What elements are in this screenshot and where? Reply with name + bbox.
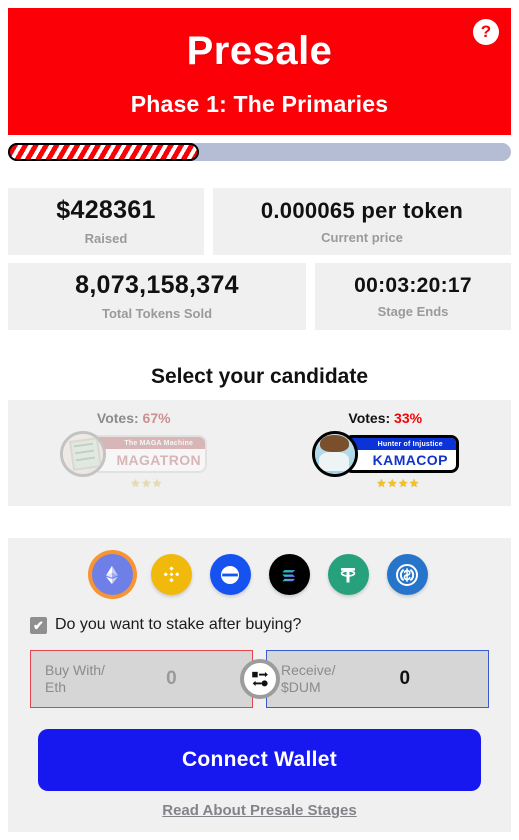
magatron-portrait-icon [63, 434, 104, 474]
receive-field-label: Receive/ $DUM [281, 662, 335, 697]
swap-row: Buy With/ Eth 0 Receive/ $DUM 0 [30, 650, 489, 708]
ethereum-icon [106, 565, 118, 584]
rating-stars: ★★★★ [376, 478, 420, 490]
currency-option-base[interactable] [209, 554, 251, 595]
candidate-card-kamacop[interactable]: Votes: 33% Hunter of Injustice KAMACOP ★… [270, 411, 500, 490]
pay-field-label: Buy With/ Eth [45, 662, 105, 697]
tether-icon [340, 567, 356, 582]
stake-checkbox[interactable]: ✔ [30, 616, 47, 634]
buy-panel: ✔ Do you want to stake after buying? Buy… [8, 538, 511, 832]
avatar [60, 431, 107, 477]
stat-card-total-tokens-sold: 8,073,158,374 Total Tokens Sold [8, 263, 306, 330]
votes-line: Votes: 67% [97, 411, 171, 425]
votes-line: Votes: 33% [348, 411, 422, 425]
candidate-badge: Hunter of Injustice KAMACOP [311, 431, 459, 477]
currency-option-usdt[interactable] [327, 554, 369, 595]
stat-card-raised: $428361 Raised [8, 188, 204, 255]
usdc-icon [396, 563, 418, 586]
receive-field[interactable]: Receive/ $DUM 0 [266, 650, 489, 708]
presale-progress-bar [8, 143, 511, 161]
candidate-tagline: Hunter of Injustice [346, 438, 456, 450]
receive-amount-input[interactable]: 0 [335, 668, 474, 690]
swap-arrows-icon [251, 671, 268, 687]
name-plate: Hunter of Injustice KAMACOP [343, 435, 459, 473]
question-mark-icon: ? [480, 22, 492, 41]
countdown-timer: 00:03:20:17 [354, 274, 472, 297]
solana-icon [281, 570, 295, 582]
stat-label: Stage Ends [377, 304, 449, 319]
rating-stars: ★★★ [130, 478, 164, 490]
stake-checkbox-row[interactable]: ✔ Do you want to stake after buying? [30, 616, 301, 634]
connect-wallet-button[interactable]: Connect Wallet [38, 729, 481, 791]
stat-card-current-price: 0.000065 per token Current price [213, 188, 511, 255]
stat-card-stage-ends: 00:03:20:17 Stage Ends [315, 263, 511, 330]
stake-label: Do you want to stake after buying? [55, 616, 302, 633]
presale-widget: Presale Phase 1: The Primaries ? $428361… [0, 0, 519, 840]
currency-selector [8, 554, 511, 595]
pay-amount-input[interactable]: 0 [105, 668, 238, 690]
stat-label: Current price [321, 229, 403, 245]
check-icon: ✔ [33, 617, 44, 633]
currency-option-usdc[interactable] [386, 554, 428, 595]
stat-value: 0.000065 per token [260, 197, 464, 223]
name-plate: The MAGA Machine MAGATRON [92, 435, 208, 473]
votes-percent: 33% [394, 410, 423, 426]
pay-field[interactable]: Buy With/ Eth 0 [30, 650, 253, 708]
presale-header: Presale Phase 1: The Primaries ? [8, 8, 511, 135]
votes-label: Votes: [96, 410, 139, 426]
progress-fill [8, 143, 200, 161]
base-icon [216, 560, 244, 589]
currency-option-bnb[interactable] [150, 554, 192, 595]
stat-label: Raised [84, 231, 128, 246]
currency-option-sol[interactable] [268, 554, 310, 595]
stat-value: $428361 [56, 196, 156, 224]
receive-label-line2: $DUM [281, 679, 321, 695]
candidate-panel: Votes: 67% The MAGA Machine MAGATRON ★★★… [8, 400, 511, 506]
page-title: Presale [186, 29, 333, 73]
swap-button[interactable] [239, 659, 280, 699]
pay-label-line2: Eth [45, 679, 67, 695]
phase-subtitle: Phase 1: The Primaries [130, 91, 389, 117]
stat-label: Total Tokens Sold [101, 306, 213, 321]
select-candidate-heading: Select your candidate [150, 365, 369, 388]
votes-percent: 67% [142, 410, 171, 426]
candidate-badge: The MAGA Machine MAGATRON [60, 431, 208, 477]
pay-label-line1: Buy With/ [45, 661, 105, 678]
read-about-presale-stages-link[interactable]: Read About Presale Stages [8, 802, 511, 819]
bnb-icon [163, 566, 179, 583]
votes-label: Votes: [348, 410, 391, 426]
currency-option-eth[interactable] [91, 554, 133, 595]
avatar [311, 431, 358, 477]
help-button[interactable]: ? [473, 19, 499, 45]
candidate-tagline: The MAGA Machine [94, 437, 206, 449]
stat-value: 8,073,158,374 [75, 271, 239, 299]
candidate-name: MAGATRON [116, 452, 202, 468]
candidate-name: KAMACOP [372, 452, 448, 468]
kamacop-portrait-icon [314, 434, 355, 474]
receive-label-line1: Receive/ [281, 661, 336, 678]
candidate-card-magatron[interactable]: Votes: 67% The MAGA Machine MAGATRON ★★★ [19, 411, 249, 490]
